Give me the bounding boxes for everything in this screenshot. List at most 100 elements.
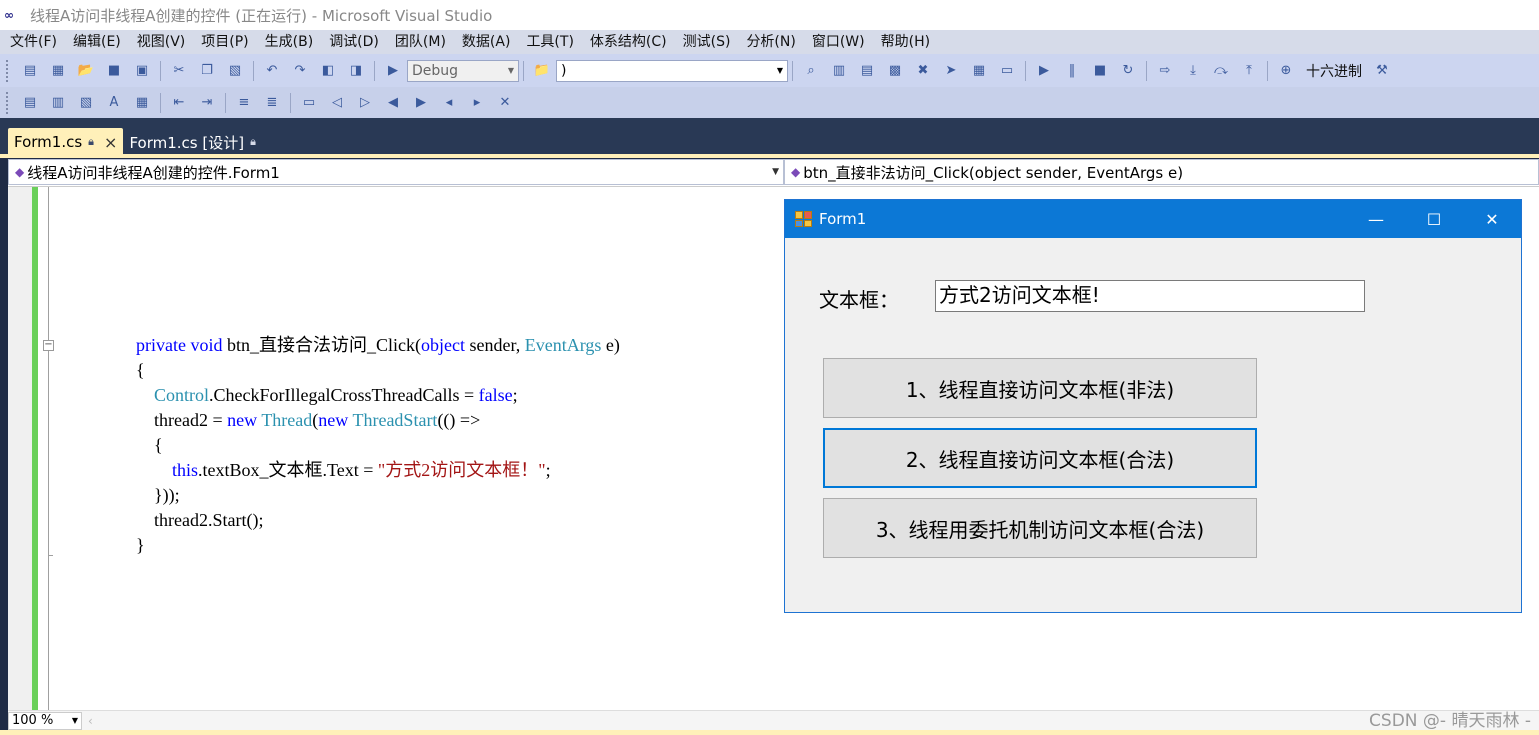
paste-icon[interactable]: ▧ xyxy=(225,61,245,81)
next-bookmark-in-document-icon[interactable]: ▸ xyxy=(467,93,487,113)
navigate-backward-icon[interactable]: ◧ xyxy=(318,61,338,81)
step-over-icon[interactable]: ⤼ xyxy=(1211,61,1231,81)
menu-build[interactable]: 生成(B) xyxy=(257,31,322,53)
collapse-icon[interactable]: − xyxy=(43,340,54,351)
display-word-completion-icon[interactable]: A xyxy=(104,93,124,113)
menu-test[interactable]: 测试(S) xyxy=(675,31,739,53)
delegate-access-button[interactable]: 3、线程用委托机制访问文本框(合法) xyxy=(823,498,1257,558)
tab-form1-cs[interactable]: Form1.cs 🔒︎ × xyxy=(8,128,124,156)
code-text[interactable]: private void btn_直接合法访问_Click(object sen… xyxy=(136,333,620,558)
active-tab-underline xyxy=(0,154,1539,158)
next-bookmark-icon[interactable]: ▷ xyxy=(355,93,375,113)
save-icon[interactable]: ■ xyxy=(104,61,124,81)
increase-indent-icon[interactable]: ⇥ xyxy=(197,93,217,113)
display-quick-info-icon[interactable]: ▧ xyxy=(76,93,96,113)
start-page-icon[interactable]: ➤ xyxy=(941,61,961,81)
solution-configuration-value: Debug xyxy=(412,62,459,79)
quick-watch-icon[interactable]: ⊕ xyxy=(1276,61,1296,81)
direct-illegal-access-button[interactable]: 1、线程直接访问文本框(非法) xyxy=(823,358,1257,418)
find-icon[interactable]: ⌕ xyxy=(801,61,821,81)
continue-icon[interactable]: ▶ xyxy=(1034,61,1054,81)
save-all-icon[interactable]: ▣ xyxy=(132,61,152,81)
clear-bookmarks-icon[interactable]: ✕ xyxy=(495,93,515,113)
menu-view[interactable]: 视图(V) xyxy=(129,31,194,53)
code-token: false xyxy=(478,385,513,405)
toggle-outlining-icon[interactable]: ▦ xyxy=(132,93,152,113)
toolbar-separator xyxy=(374,60,375,81)
copy-icon[interactable]: ❐ xyxy=(197,61,217,81)
object-browser-icon[interactable]: ▩ xyxy=(885,61,905,81)
window-title: 线程A访问非线程A创建的控件 (正在运行) - Microsoft Visual… xyxy=(30,6,493,25)
command-window-icon[interactable]: ▭ xyxy=(997,61,1017,81)
direct-legal-access-button[interactable]: 2、线程直接访问文本框(合法) xyxy=(823,428,1257,488)
menu-edit[interactable]: 编辑(E) xyxy=(65,31,129,53)
new-project-icon[interactable]: ▤ xyxy=(20,61,40,81)
find-combo-value: ) xyxy=(561,62,567,79)
navigate-forward-icon[interactable]: ◨ xyxy=(346,61,366,81)
toolbar-grip[interactable] xyxy=(6,91,10,114)
type-navigation-combo[interactable]: ◆ 线程A访问非线程A创建的控件.Form1 ▼ xyxy=(8,159,784,185)
code-token: Control xyxy=(154,385,210,405)
previous-bookmark-in-document-icon[interactable]: ◂ xyxy=(439,93,459,113)
cut-icon[interactable]: ✂ xyxy=(169,61,189,81)
step-into-icon[interactable]: ⤓ xyxy=(1183,61,1203,81)
lock-icon: 🔒︎ xyxy=(88,135,95,148)
redo-icon[interactable]: ↷ xyxy=(290,61,310,81)
toolbar-grip[interactable] xyxy=(6,59,10,82)
zoom-combo[interactable]: 100 % ▼ xyxy=(8,711,82,730)
stop-icon[interactable]: ■ xyxy=(1090,61,1110,81)
properties-icon[interactable]: ▤ xyxy=(857,61,877,81)
indicator-margin[interactable] xyxy=(8,187,32,710)
start-debugging-icon[interactable]: ▶ xyxy=(383,61,403,81)
code-line: private void btn_直接合法访问_Click(object sen… xyxy=(136,335,620,355)
display-object-member-list-icon[interactable]: ▤ xyxy=(20,93,40,113)
toolbar-separator xyxy=(792,60,793,81)
previous-bookmark-in-folder-icon[interactable]: ◀ xyxy=(383,93,403,113)
menu-data[interactable]: 数据(A) xyxy=(454,31,519,53)
decrease-indent-icon[interactable]: ⇤ xyxy=(169,93,189,113)
add-item-icon[interactable]: ▦ xyxy=(48,61,68,81)
form1-title-bar[interactable]: Form1 — ☐ ✕ xyxy=(785,200,1521,238)
text-box-field[interactable]: 方式2访问文本框! xyxy=(935,280,1365,312)
minimize-icon[interactable]: — xyxy=(1347,200,1405,238)
open-file-icon[interactable]: 📂 xyxy=(76,61,96,81)
next-bookmark-in-folder-icon[interactable]: ▶ xyxy=(411,93,431,113)
comment-lines-icon[interactable]: ≡ xyxy=(234,93,254,113)
menu-analyze[interactable]: 分析(N) xyxy=(738,31,803,53)
menu-tools[interactable]: 工具(T) xyxy=(518,31,581,53)
bottom-accent-strip xyxy=(0,730,1539,735)
find-combo[interactable]: ) ▼ xyxy=(556,59,788,82)
scroll-left-icon[interactable]: ‹ xyxy=(88,714,93,728)
close-icon[interactable]: × xyxy=(104,133,117,152)
solution-explorer-icon[interactable]: ▥ xyxy=(829,61,849,81)
menu-project[interactable]: 项目(P) xyxy=(193,31,256,53)
find-in-files-icon[interactable]: 📁 xyxy=(532,61,552,81)
solution-configuration-select[interactable]: Debug ▼ xyxy=(407,59,519,82)
menu-window[interactable]: 窗口(W) xyxy=(804,31,873,53)
menu-help[interactable]: 帮助(H) xyxy=(873,31,938,53)
lock-icon: 🔒︎ xyxy=(250,135,256,148)
menu-team[interactable]: 团队(M) xyxy=(387,31,454,53)
menu-architecture[interactable]: 体系结构(C) xyxy=(582,31,675,53)
undo-icon[interactable]: ↶ xyxy=(262,61,282,81)
toolbar-separator xyxy=(523,60,524,81)
extension-manager-icon[interactable]: ▦ xyxy=(969,61,989,81)
step-out-icon[interactable]: ⤒ xyxy=(1239,61,1259,81)
previous-bookmark-icon[interactable]: ◁ xyxy=(327,93,347,113)
tab-form1-designer[interactable]: Form1.cs [设计] 🔒︎ xyxy=(123,128,268,156)
toggle-bookmark-icon[interactable]: ▭ xyxy=(299,93,319,113)
stack-frame-icon[interactable]: ⚒ xyxy=(1372,61,1392,81)
toolbox-icon[interactable]: ✖ xyxy=(913,61,933,81)
uncomment-lines-icon[interactable]: ≣ xyxy=(262,93,282,113)
show-next-statement-icon[interactable]: ⇨ xyxy=(1155,61,1175,81)
menu-debug[interactable]: 调试(D) xyxy=(321,31,387,53)
code-line: { xyxy=(136,360,145,380)
restart-icon[interactable]: ↻ xyxy=(1118,61,1138,81)
close-icon[interactable]: ✕ xyxy=(1463,200,1521,238)
pause-icon[interactable]: ‖ xyxy=(1062,61,1082,81)
hexadecimal-display-toggle[interactable]: 十六进制 xyxy=(1306,61,1362,81)
member-navigation-combo[interactable]: ◆ btn_直接非法访问_Click(object sender, EventA… xyxy=(784,159,1539,185)
maximize-icon[interactable]: ☐ xyxy=(1405,200,1463,238)
menu-file[interactable]: 文件(F) xyxy=(2,31,65,53)
display-parameter-info-icon[interactable]: ▥ xyxy=(48,93,68,113)
